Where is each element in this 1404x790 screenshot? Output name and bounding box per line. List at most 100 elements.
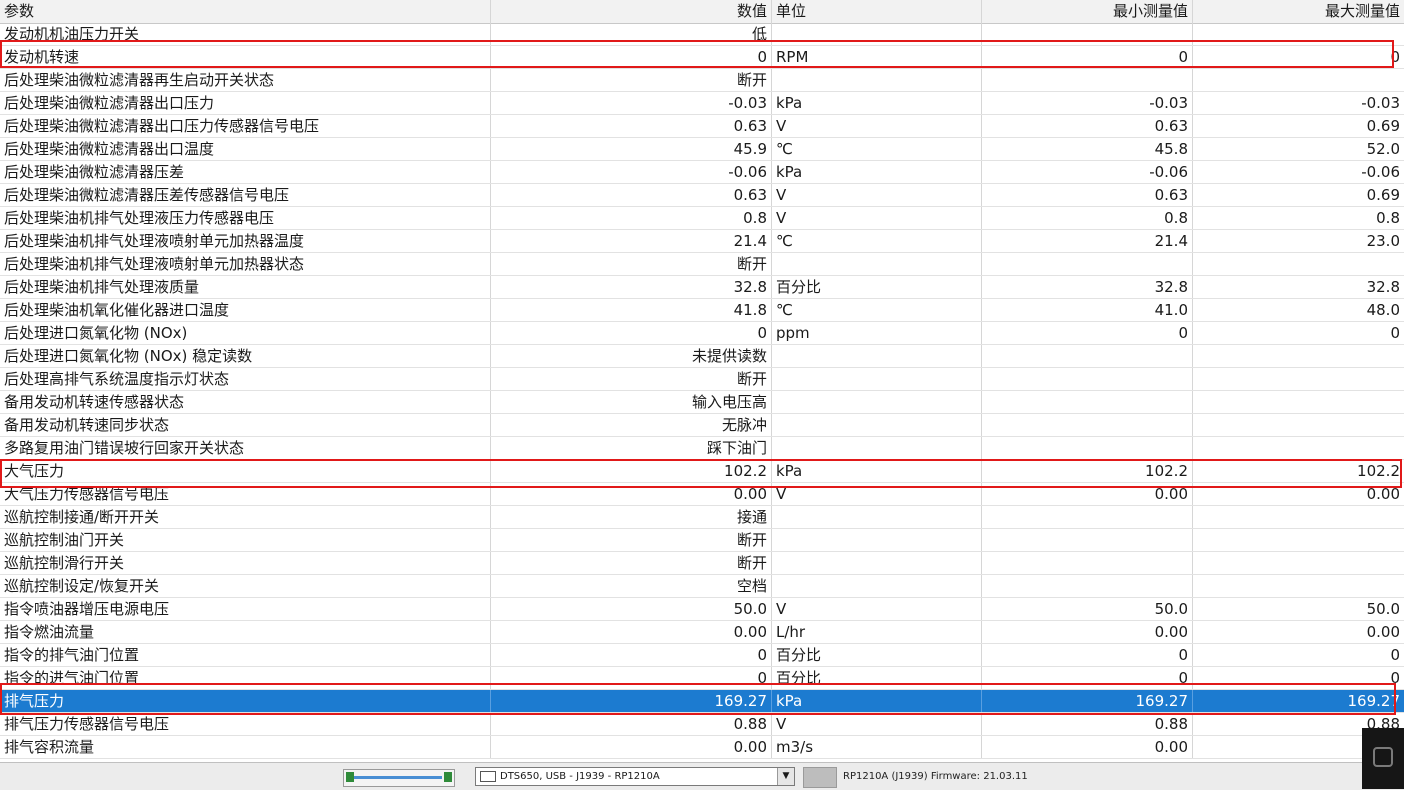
cell-value: 45.9 <box>491 138 772 160</box>
table-row[interactable]: 排气容积流量 0.00 m3/s 0.00 <box>0 736 1404 759</box>
cell-parameter: 大气压力传感器信号电压 <box>0 483 491 505</box>
cell-parameter: 多路复用油门错误坡行回家开关状态 <box>0 437 491 459</box>
table-row[interactable]: 巡航控制滑行开关 断开 <box>0 552 1404 575</box>
column-header-unit[interactable]: 单位 <box>772 0 982 23</box>
table-row[interactable]: 后处理柴油机排气处理液压力传感器电压 0.8 V 0.8 0.8 <box>0 207 1404 230</box>
table-row[interactable]: 指令的进气油门位置 0 百分比 0 0 <box>0 667 1404 690</box>
cell-unit: V <box>772 483 982 505</box>
cell-unit: ℃ <box>772 138 982 160</box>
table-row[interactable]: 后处理进口氮氧化物 (NOx) 稳定读数 未提供读数 <box>0 345 1404 368</box>
cell-unit <box>772 529 982 551</box>
table-row[interactable]: 发动机转速 0 RPM 0 0 <box>0 46 1404 69</box>
cell-min: 21.4 <box>982 230 1193 252</box>
column-header-value[interactable]: 数值 <box>491 0 772 23</box>
cell-value: 断开 <box>491 69 772 91</box>
cell-parameter: 后处理柴油机氧化催化器进口温度 <box>0 299 491 321</box>
table-row[interactable]: 发动机机油压力开关低 <box>0 23 1404 46</box>
cell-min: 41.0 <box>982 299 1193 321</box>
cell-max <box>1193 368 1404 390</box>
table-row[interactable]: 巡航控制油门开关 断开 <box>0 529 1404 552</box>
table-row[interactable]: 后处理柴油微粒滤清器再生启动开关状态 断开 <box>0 69 1404 92</box>
table-row[interactable]: 后处理柴油机排气处理液喷射单元加热器温度 21.4 ℃ 21.4 23.0 <box>0 230 1404 253</box>
cell-unit: kPa <box>772 92 982 114</box>
table-row[interactable]: 指令喷油器增压电源电压 50.0 V 50.0 50.0 <box>0 598 1404 621</box>
column-header-parameter[interactable]: 参数 <box>0 0 491 23</box>
table-row[interactable]: 巡航控制接通/断开开关 接通 <box>0 506 1404 529</box>
cell-value: 断开 <box>491 253 772 275</box>
column-header-min[interactable]: 最小测量值 <box>982 0 1193 23</box>
table-row[interactable]: 后处理柴油机排气处理液质量 32.8 百分比 32.8 32.8 <box>0 276 1404 299</box>
cell-parameter: 后处理柴油微粒滤清器出口压力传感器信号电压 <box>0 115 491 137</box>
cell-min: 0.63 <box>982 184 1193 206</box>
cell-max: 0.69 <box>1366 186 1400 204</box>
cell-unit <box>772 414 982 436</box>
table-row[interactable]: 后处理柴油机氧化催化器进口温度 41.8 ℃ 41.0 48.0 <box>0 299 1404 322</box>
table-row[interactable]: 后处理柴油微粒滤清器压差 -0.06 kPa -0.06 -0.06 <box>0 161 1404 184</box>
cell-parameter: 指令燃油流量 <box>0 621 491 643</box>
cell-unit <box>772 506 982 528</box>
table-row[interactable]: 后处理柴油微粒滤清器出口温度 45.9 ℃ 45.8 52.0 <box>0 138 1404 161</box>
cell-min: 0.63 <box>982 115 1193 137</box>
cell-max: 50.0 <box>1366 600 1400 618</box>
cell-value: 32.8 <box>491 276 772 298</box>
cell-unit: ℃ <box>772 230 982 252</box>
table-row[interactable]: 后处理柴油微粒滤清器出口压力传感器信号电压 0.63 V 0.63 0.69 <box>0 115 1404 138</box>
cell-min: 102.2 <box>982 460 1193 482</box>
cell-parameter: 后处理进口氮氧化物 (NOx) <box>0 322 491 344</box>
cell-parameter: 后处理柴油微粒滤清器出口温度 <box>0 138 491 160</box>
cell-max: 48.0 <box>1366 301 1400 319</box>
cell-value: 低 <box>491 23 772 45</box>
table-row[interactable]: 大气压力 102.2 kPa 102.2 102.2 <box>0 460 1404 483</box>
cell-max: 102.2 <box>1357 462 1400 480</box>
table-row[interactable]: 指令燃油流量 0.00 L/hr 0.00 0.00 <box>0 621 1404 644</box>
cell-max <box>1193 414 1404 436</box>
cell-parameter: 后处理柴油微粒滤清器出口压力 <box>0 92 491 114</box>
table-row[interactable]: 后处理高排气系统温度指示灯状态 断开 <box>0 368 1404 391</box>
table-row[interactable]: 巡航控制设定/恢复开关 空档 <box>0 575 1404 598</box>
cell-parameter: 后处理柴油微粒滤清器压差传感器信号电压 <box>0 184 491 206</box>
table-row[interactable]: 指令的排气油门位置 0 百分比 0 0 <box>0 644 1404 667</box>
cell-value: -0.06 <box>491 161 772 183</box>
cell-max <box>1193 253 1404 275</box>
cell-max <box>1193 575 1404 597</box>
table-row[interactable]: 备用发动机转速同步状态 无脉冲 <box>0 414 1404 437</box>
cell-min <box>982 529 1193 551</box>
corner-button[interactable] <box>1362 728 1404 789</box>
table-row[interactable]: 后处理柴油微粒滤清器压差传感器信号电压 0.63 V 0.63 0.69 <box>0 184 1404 207</box>
corner-icon <box>1373 747 1393 767</box>
device-select[interactable]: DTS650, USB - J1939 - RP1210A ▼ <box>475 767 795 786</box>
cell-min <box>982 23 1193 45</box>
cell-min <box>982 345 1193 367</box>
cell-min <box>982 414 1193 436</box>
cell-unit: 百分比 <box>772 276 982 298</box>
cell-unit: kPa <box>772 690 982 712</box>
cell-min <box>982 391 1193 413</box>
cell-max <box>1193 23 1404 45</box>
cell-value: 0 <box>491 46 772 68</box>
table-row[interactable]: 后处理柴油机排气处理液喷射单元加热器状态 断开 <box>0 253 1404 276</box>
cell-min: 0.00 <box>982 483 1193 505</box>
cell-min: 0 <box>982 46 1193 68</box>
cell-parameter: 后处理进口氮氧化物 (NOx) 稳定读数 <box>0 345 491 367</box>
chevron-down-icon[interactable]: ▼ <box>777 768 794 785</box>
cell-max: -0.06 <box>1361 163 1400 181</box>
cell-min <box>982 69 1193 91</box>
cell-max <box>1193 437 1404 459</box>
table-row[interactable]: 大气压力传感器信号电压 0.00 V 0.00 0.00 <box>0 483 1404 506</box>
table-row-selected[interactable]: 排气压力 169.27 kPa 169.27 169.27 <box>0 690 1404 713</box>
cell-parameter: 备用发动机转速同步状态 <box>0 414 491 436</box>
cell-min: 0 <box>982 322 1193 344</box>
table-row[interactable]: 排气压力传感器信号电压 0.88 V 0.88 0.88 <box>0 713 1404 736</box>
device-select-value: DTS650, USB - J1939 - RP1210A <box>500 771 660 782</box>
cell-parameter: 巡航控制滑行开关 <box>0 552 491 574</box>
cell-value: 未提供读数 <box>491 345 772 367</box>
cell-parameter: 后处理高排气系统温度指示灯状态 <box>0 368 491 390</box>
table-row[interactable]: 后处理柴油微粒滤清器出口压力 -0.03 kPa -0.03 -0.03 <box>0 92 1404 115</box>
table-row[interactable]: 备用发动机转速传感器状态 输入电压高 <box>0 391 1404 414</box>
cell-min <box>982 575 1193 597</box>
cell-value: 0.88 <box>491 713 772 735</box>
table-row[interactable]: 多路复用油门错误坡行回家开关状态 踩下油门 <box>0 437 1404 460</box>
table-row[interactable]: 后处理进口氮氧化物 (NOx) 0 ppm 0 0 <box>0 322 1404 345</box>
cell-parameter: 巡航控制油门开关 <box>0 529 491 551</box>
column-header-max[interactable]: 最大测量值 <box>1193 0 1404 23</box>
